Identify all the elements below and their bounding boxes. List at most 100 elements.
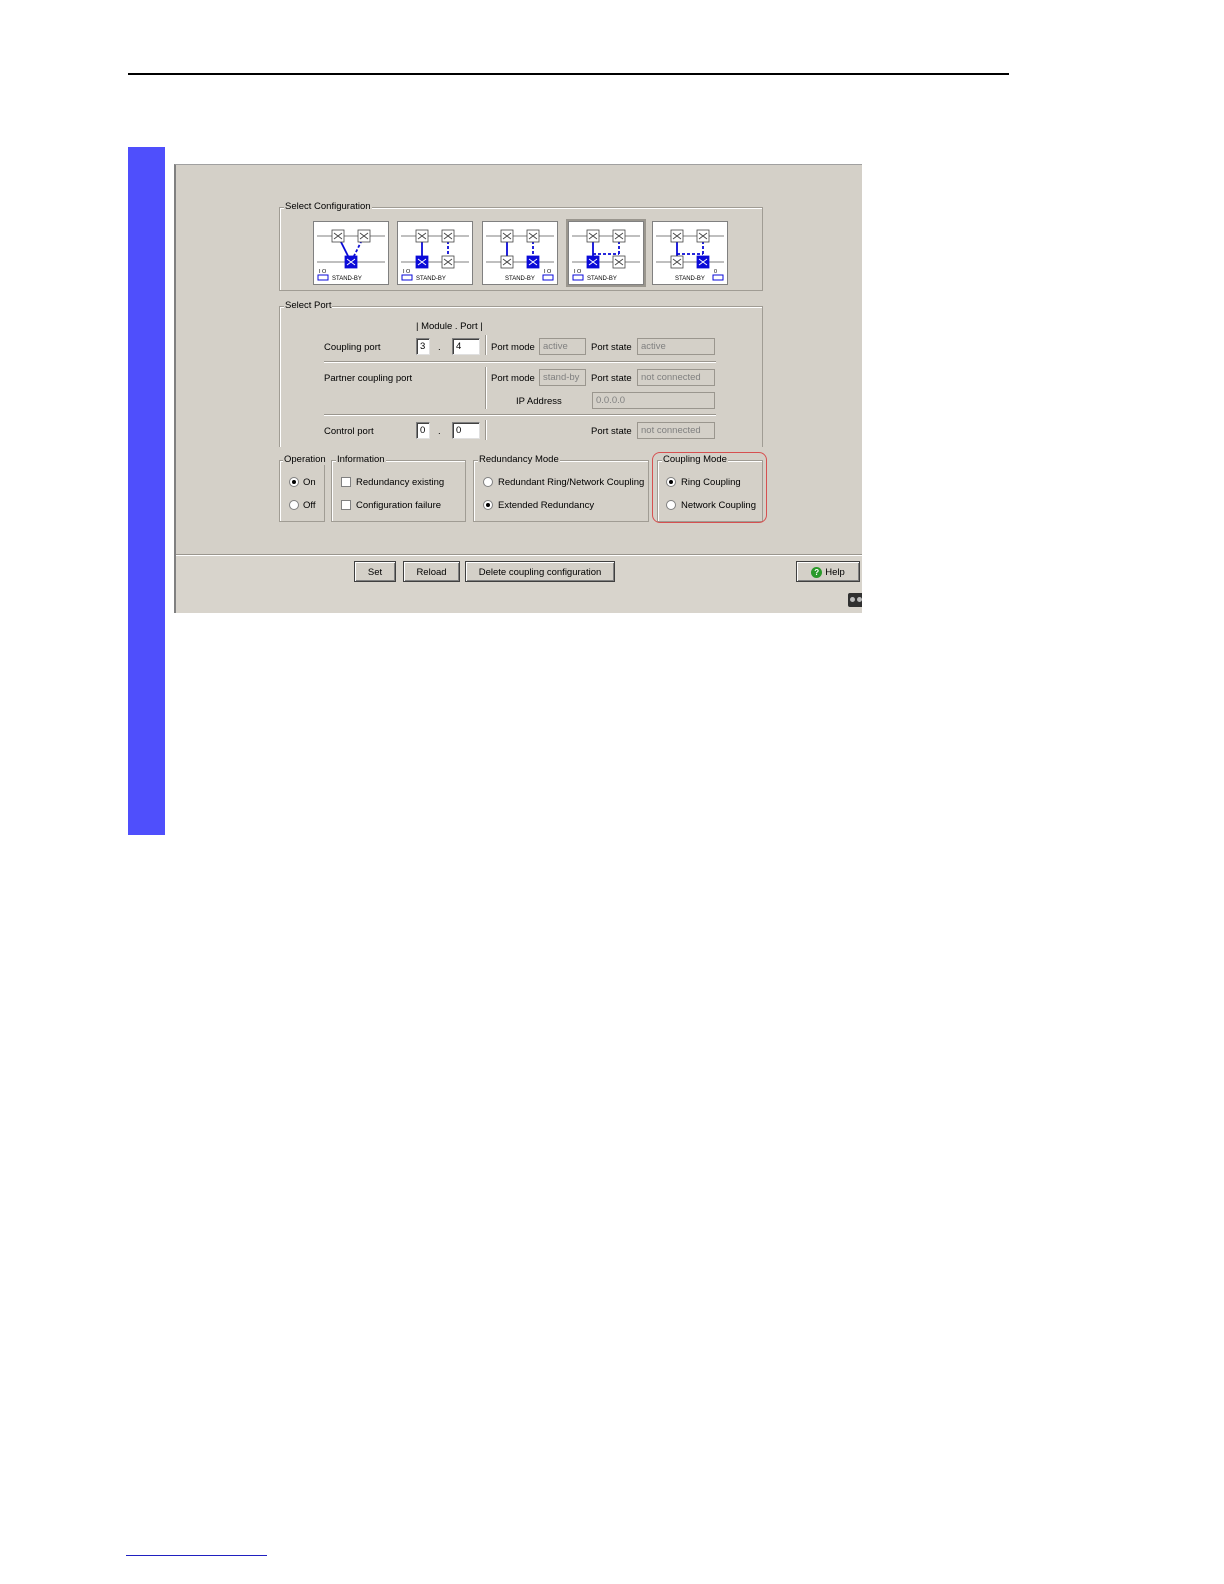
control-port-dot: . bbox=[438, 426, 441, 437]
toggle-indicator-text: I O bbox=[544, 269, 552, 275]
operation-group: Operation bbox=[279, 454, 327, 522]
partner-port-state-label: Port state bbox=[591, 373, 632, 384]
redundancy-mode-title: Redundancy Mode bbox=[478, 454, 560, 465]
toggle-indicator-text: I O bbox=[319, 269, 327, 275]
operation-on-label[interactable]: On bbox=[303, 477, 316, 488]
partner-ip-label: IP Address bbox=[516, 396, 562, 407]
configuration-failure-checkbox bbox=[341, 500, 351, 510]
divider bbox=[324, 414, 716, 416]
help-button[interactable]: ? Help bbox=[796, 561, 860, 582]
configuration-diagram-4: I O STAND-BY bbox=[572, 229, 640, 282]
configuration-option-2[interactable]: I O STAND-BY bbox=[397, 221, 473, 285]
switch-icon bbox=[500, 255, 514, 269]
divider bbox=[324, 361, 716, 363]
coupling-port-module-input[interactable] bbox=[416, 338, 430, 355]
switch-icon bbox=[586, 229, 600, 243]
coupling-port-label: Coupling port bbox=[324, 342, 381, 353]
coupling-port-state-field bbox=[637, 338, 715, 355]
extended-redundancy-label[interactable]: Extended Redundancy bbox=[498, 500, 594, 511]
operation-title: Operation bbox=[283, 454, 327, 465]
active-switch-icon bbox=[696, 255, 710, 269]
partner-coupling-port-label: Partner coupling port bbox=[324, 373, 413, 384]
active-switch-icon bbox=[586, 255, 600, 269]
toggle-indicator-icon bbox=[317, 274, 329, 281]
coupling-port-dot: . bbox=[438, 342, 441, 353]
control-port-port-input[interactable] bbox=[452, 422, 480, 439]
switch-icon bbox=[670, 229, 684, 243]
coupling-config-window: Select Configuration I O STAND-BY I O STAND… bbox=[174, 164, 862, 613]
set-button[interactable]: Set bbox=[354, 561, 396, 582]
delete-coupling-configuration-button[interactable]: Delete coupling configuration bbox=[465, 561, 615, 582]
coupling-port-mode-field bbox=[539, 338, 586, 355]
toggle-indicator-icon bbox=[401, 274, 413, 281]
footer-link-rule bbox=[126, 1555, 267, 1556]
switch-icon bbox=[415, 229, 429, 243]
partner-ip-field bbox=[592, 392, 715, 409]
redundancy-mode-group: Redundancy Mode bbox=[473, 454, 649, 522]
divider bbox=[485, 420, 487, 440]
configuration-diagram-1: I O STAND-BY bbox=[317, 229, 385, 282]
active-switch-icon bbox=[415, 255, 429, 269]
switch-icon bbox=[441, 255, 455, 269]
control-port-module-input[interactable] bbox=[416, 422, 430, 439]
information-title: Information bbox=[336, 454, 386, 465]
partner-port-mode-label: Port mode bbox=[491, 373, 535, 384]
control-port-state-field bbox=[637, 422, 715, 439]
switch-icon bbox=[500, 229, 514, 243]
button-bar: Set Reload Delete coupling configuration… bbox=[176, 554, 862, 613]
switch-icon bbox=[670, 255, 684, 269]
module-port-header: | Module . Port | bbox=[416, 321, 483, 332]
extended-redundancy-radio[interactable] bbox=[483, 500, 493, 510]
switch-icon bbox=[331, 229, 345, 243]
configuration-option-1[interactable]: I O STAND-BY bbox=[313, 221, 389, 285]
configuration-diagram-5: 0 STAND-BY bbox=[656, 229, 724, 282]
coupling-port-port-input[interactable] bbox=[452, 338, 480, 355]
partner-port-mode-field bbox=[539, 369, 586, 386]
configuration-option-3[interactable]: I O STAND-BY bbox=[482, 221, 558, 285]
help-label: Help bbox=[825, 567, 845, 578]
chapter-side-bar bbox=[128, 147, 165, 835]
divider bbox=[485, 335, 487, 355]
switch-icon bbox=[612, 255, 626, 269]
control-port-state-label: Port state bbox=[591, 426, 632, 437]
redundant-ring-network-coupling-label[interactable]: Redundant Ring/Network Coupling bbox=[498, 477, 644, 488]
information-group: Information bbox=[331, 454, 466, 522]
help-icon: ? bbox=[811, 566, 823, 578]
configuration-option-label: STAND-BY bbox=[587, 276, 617, 282]
operation-off-radio[interactable] bbox=[289, 500, 299, 510]
toggle-indicator-icon bbox=[712, 274, 724, 281]
toggle-indicator-text: I O bbox=[403, 269, 411, 275]
configuration-option-4[interactable]: I O STAND-BY bbox=[566, 219, 646, 287]
coupling-port-state-label: Port state bbox=[591, 342, 632, 353]
operation-on-radio[interactable] bbox=[289, 477, 299, 487]
configuration-option-5[interactable]: 0 STAND-BY bbox=[652, 221, 728, 285]
switch-icon bbox=[526, 229, 540, 243]
active-switch-icon bbox=[344, 255, 358, 269]
redundancy-existing-label: Redundancy existing bbox=[356, 477, 445, 488]
configuration-option-label: STAND-BY bbox=[416, 276, 446, 282]
switch-icon bbox=[441, 229, 455, 243]
toggle-indicator-icon bbox=[572, 274, 584, 281]
configuration-diagram-3: I O STAND-BY bbox=[486, 229, 554, 282]
active-switch-icon bbox=[526, 255, 540, 269]
configuration-option-label: STAND-BY bbox=[675, 276, 705, 282]
configuration-failure-label: Configuration failure bbox=[356, 500, 442, 511]
toggle-indicator-icon bbox=[542, 274, 554, 281]
coupling-mode-highlight bbox=[652, 452, 767, 523]
configuration-diagram-2: I O STAND-BY bbox=[401, 229, 469, 282]
switch-icon bbox=[696, 229, 710, 243]
redundant-ring-network-coupling-radio[interactable] bbox=[483, 477, 493, 487]
switch-icon bbox=[612, 229, 626, 243]
operation-off-label[interactable]: Off bbox=[303, 500, 316, 511]
reload-button[interactable]: Reload bbox=[403, 561, 460, 582]
partner-port-state-field bbox=[637, 369, 715, 386]
select-port-title: Select Port bbox=[284, 300, 333, 311]
redundancy-existing-checkbox bbox=[341, 477, 351, 487]
select-configuration-title: Select Configuration bbox=[284, 201, 372, 212]
configuration-option-label: STAND-BY bbox=[505, 276, 535, 282]
switch-icon bbox=[357, 229, 371, 243]
header-rule bbox=[128, 73, 1009, 75]
control-port-label: Control port bbox=[324, 426, 374, 437]
toggle-indicator-text: I O bbox=[574, 269, 582, 275]
divider bbox=[485, 367, 487, 409]
